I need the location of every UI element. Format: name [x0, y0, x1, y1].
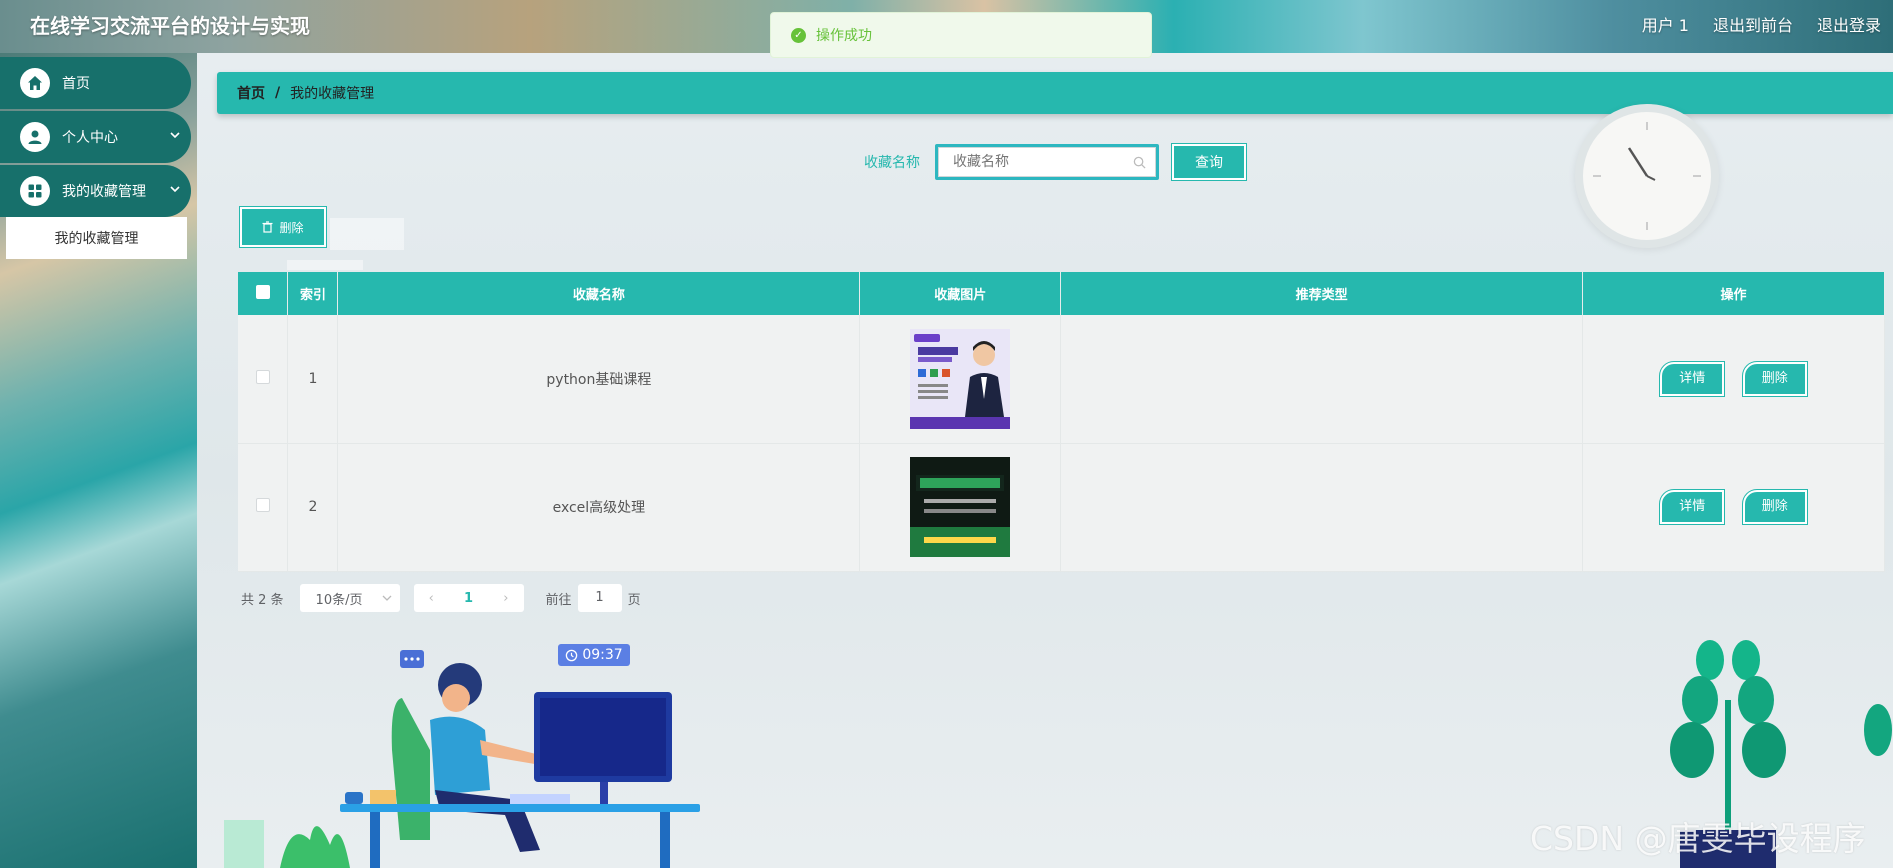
col-name: 收藏名称 — [337, 272, 861, 315]
next-page-icon[interactable]: › — [503, 591, 508, 606]
prev-page-icon[interactable]: ‹ — [429, 591, 434, 606]
row-index: 2 — [287, 443, 339, 572]
home-icon — [20, 68, 50, 98]
app-title: 在线学习交流平台的设计与实现 — [30, 14, 310, 38]
batch-delete-button[interactable]: 删除 — [239, 206, 327, 248]
pagination: 共 2 条 10条/页 ‹ 1 › 前往 1 页 — [241, 584, 641, 612]
col-image: 收藏图片 — [859, 272, 1062, 315]
row-index: 1 — [287, 315, 339, 444]
row-checkbox[interactable] — [255, 369, 270, 384]
delete-button[interactable]: 删除 — [1741, 360, 1808, 397]
page-navigator: ‹ 1 › — [413, 584, 524, 612]
query-button[interactable]: 查询 — [1171, 143, 1247, 181]
decorative-block — [330, 218, 404, 250]
excel-course-cover-image — [910, 457, 1011, 557]
sidebar-item-label: 首页 — [62, 76, 90, 92]
chevron-down-icon — [170, 186, 180, 193]
header-nav: 用户 1 退出到前台 退出登录 — [1642, 12, 1881, 36]
sidebar-item-home[interactable]: 首页 — [0, 57, 191, 109]
search-input[interactable] — [938, 147, 1156, 177]
python-course-cover-image — [910, 328, 1011, 429]
csdn-watermark: CSDN @唐雯毕设程序 — [1530, 819, 1866, 858]
row-actions: 详情 删除 — [1582, 443, 1885, 572]
table-row: 1 python基础课程 详情 删除 — [238, 315, 1885, 444]
sidebar: 首页 个人中心 我的收藏管理 我的收藏管理 — [0, 53, 197, 868]
clock-illustration — [1575, 104, 1719, 248]
detail-button[interactable]: 详情 — [1659, 360, 1726, 397]
user-name-link[interactable]: 用户 1 — [1642, 12, 1689, 36]
row-type — [1060, 315, 1584, 444]
row-checkbox[interactable] — [255, 498, 270, 512]
table-row: 2 excel高级处理 详情 删除 — [238, 443, 1885, 572]
submenu-item-favorites-manage[interactable]: 我的收藏管理 — [6, 217, 187, 259]
select-all-checkbox[interactable] — [255, 284, 270, 299]
goto-label: 前往 — [545, 592, 572, 608]
delete-button[interactable]: 删除 — [1741, 489, 1808, 525]
pagination-total: 共 2 条 — [241, 592, 284, 608]
breadcrumb-separator: / — [275, 85, 281, 101]
decorative-block — [287, 260, 363, 270]
col-actions: 操作 — [1582, 272, 1885, 315]
sidebar-item-personal-center[interactable]: 个人中心 — [0, 111, 191, 163]
col-index: 索引 — [287, 272, 339, 315]
row-name: python基础课程 — [337, 315, 861, 444]
batch-delete-label: 删除 — [279, 220, 304, 235]
row-actions: 详情 删除 — [1582, 315, 1885, 444]
breadcrumb-current: 我的收藏管理 — [290, 86, 375, 102]
row-image-cell — [859, 315, 1062, 444]
page-size-value: 10条/页 — [315, 592, 363, 608]
page-suffix: 页 — [627, 592, 641, 608]
table-header-row: 索引 收藏名称 收藏图片 推荐类型 操作 — [238, 272, 1885, 315]
desk-worker-illustration — [224, 650, 700, 868]
col-type: 推荐类型 — [1060, 272, 1584, 315]
page-size-select[interactable]: 10条/页 — [299, 584, 400, 612]
trash-icon — [262, 221, 273, 233]
user-icon — [20, 122, 50, 152]
row-select-cell — [238, 315, 289, 444]
favorites-table: 索引 收藏名称 收藏图片 推荐类型 操作 1 python基础课程 详情 删除 … — [238, 272, 1885, 572]
sidebar-item-favorites[interactable]: 我的收藏管理 — [0, 165, 191, 217]
check-circle-icon: ✓ — [791, 27, 806, 43]
detail-button[interactable]: 详情 — [1659, 489, 1726, 525]
success-toast: ✓ 操作成功 — [770, 12, 1152, 58]
row-select-cell — [238, 443, 289, 572]
row-type — [1060, 443, 1584, 572]
current-page[interactable]: 1 — [464, 591, 473, 606]
search-box — [935, 144, 1159, 180]
grid-icon — [20, 176, 50, 206]
row-name: excel高级处理 — [337, 443, 861, 572]
row-image-cell — [859, 443, 1062, 572]
search-label: 收藏名称 — [864, 155, 920, 171]
logout-link[interactable]: 退出登录 — [1817, 12, 1881, 36]
chevron-down-icon — [170, 132, 180, 139]
goto-page-input[interactable]: 1 — [577, 584, 622, 612]
toast-message: 操作成功 — [816, 28, 872, 44]
back-to-front-link[interactable]: 退出到前台 — [1713, 12, 1793, 36]
chevron-down-icon — [382, 595, 392, 601]
breadcrumb-home[interactable]: 首页 — [237, 83, 265, 103]
sidebar-item-label: 我的收藏管理 — [62, 184, 146, 200]
search-icon — [1133, 156, 1146, 169]
sidebar-item-label: 个人中心 — [62, 130, 118, 146]
select-all-cell — [238, 272, 289, 315]
